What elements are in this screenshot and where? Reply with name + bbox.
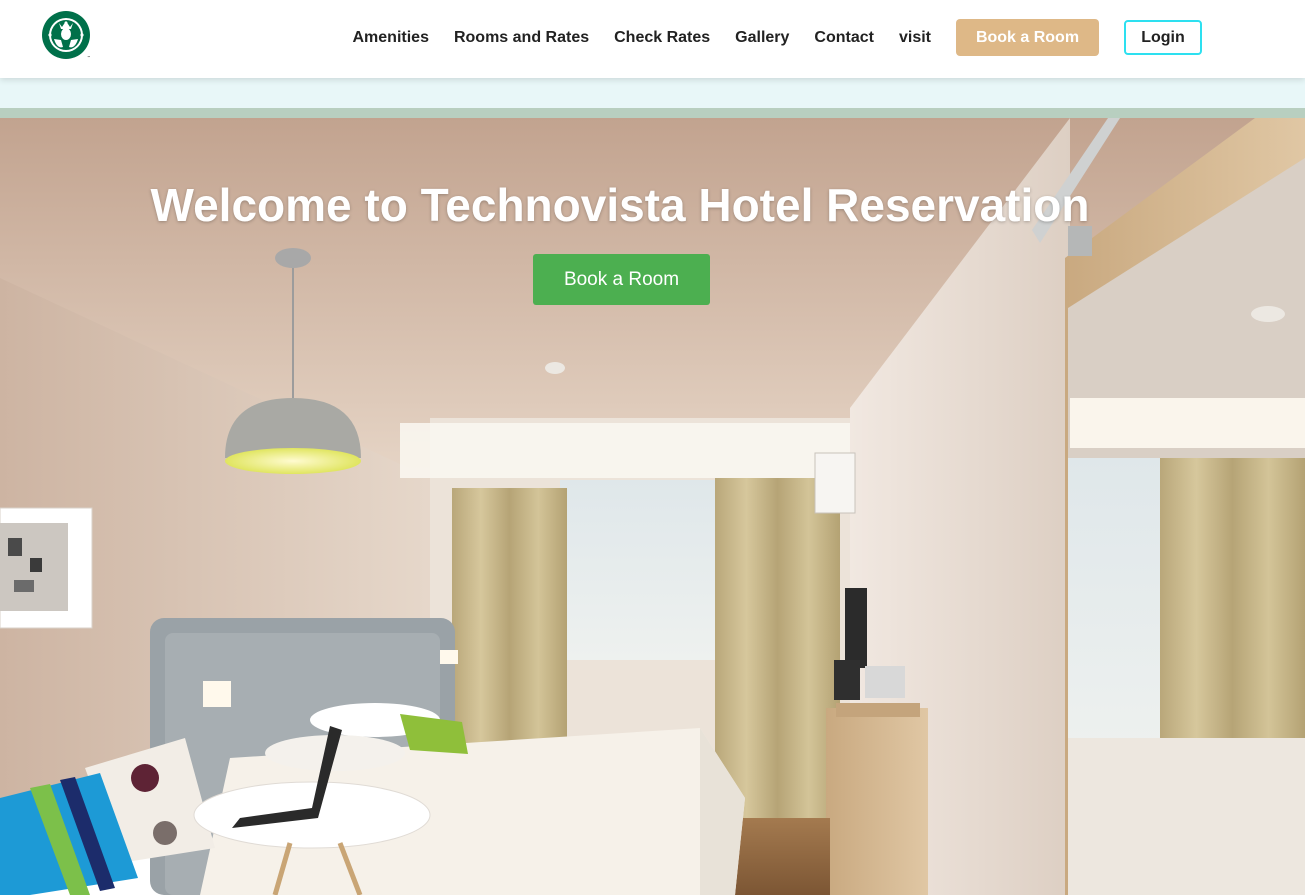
nav-link-gallery[interactable]: Gallery (735, 29, 789, 47)
nav-link-amenities[interactable]: Amenities (353, 29, 429, 47)
nav-link-visit[interactable]: visit (899, 29, 931, 47)
nav-book-room-button[interactable]: Book a Room (956, 19, 1099, 56)
login-button[interactable]: Login (1124, 20, 1202, 55)
brand-logo-icon[interactable]: ™ (41, 9, 93, 61)
nav-link-rooms-and-rates[interactable]: Rooms and Rates (454, 29, 589, 47)
hero-section: Welcome to Technovista Hotel Reservation… (0, 118, 1305, 895)
nav-link-contact[interactable]: Contact (814, 29, 874, 47)
hero-hotel-room-image (0, 118, 1305, 895)
hero-title: Welcome to Technovista Hotel Reservation (150, 179, 1090, 231)
nav-link-check-rates[interactable]: Check Rates (614, 29, 710, 47)
navbar: ™ Amenities Rooms and Rates Check Rates … (0, 0, 1305, 78)
main-nav: Amenities Rooms and Rates Check Rates Ga… (340, 0, 944, 75)
header-spacer-strip (0, 78, 1305, 108)
svg-text:™: ™ (87, 55, 91, 60)
header-accent-strip (0, 108, 1305, 118)
hero-book-room-button[interactable]: Book a Room (533, 254, 710, 305)
